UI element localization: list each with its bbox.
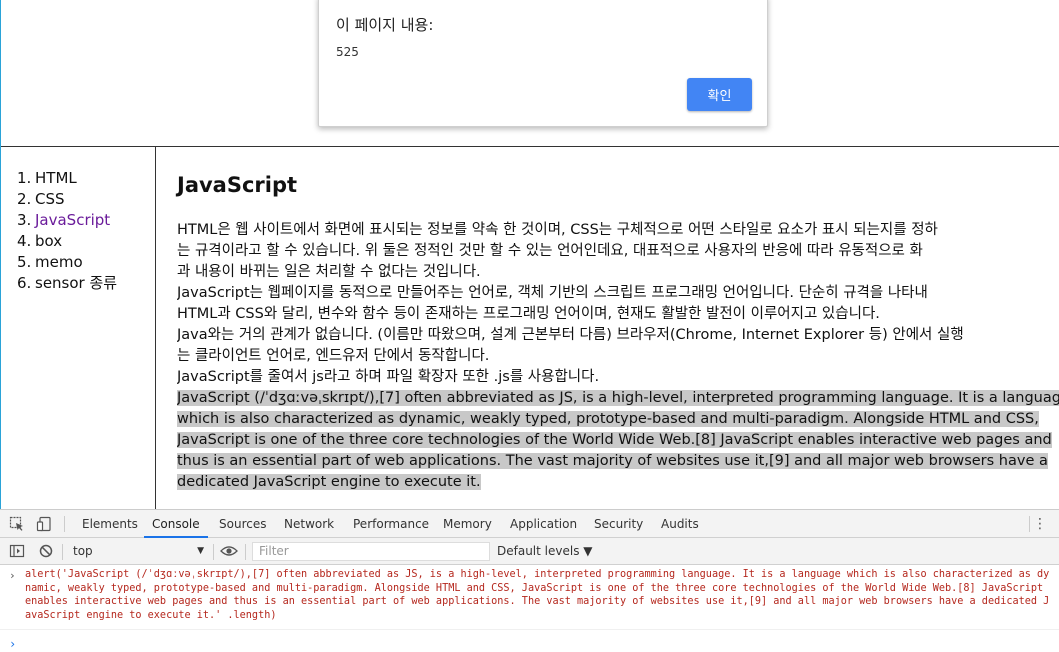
toolbar-separator [1029,516,1030,532]
chevron-down-icon: ▼ [197,546,204,556]
article-line: JavaScript를 줄여서 js라고 하며 파일 확장자 또한 .js를 사… [177,369,600,385]
vertical-divider [155,147,156,509]
nav-link-css[interactable]: CSS [35,190,65,208]
dialog-title: 이 페이지 내용: [336,16,434,34]
article-title: JavaScript [177,173,298,197]
log-levels-dropdown[interactable]: Default levels ▼ [497,542,593,561]
context-value: top [73,544,93,558]
selected-text: thus is an essential part of web applica… [177,453,1048,469]
article-line: 과 내용이 바뀌는 일은 처리할 수 없다는 것입니다. [177,264,481,280]
selected-line: dedicated JavaScript engine to execute i… [177,472,1059,493]
article-line: Java와는 거의 관계가 없습니다. (이름만 따왔으며, 설계 근본부터 다… [177,327,964,343]
selected-line: thus is an essential part of web applica… [177,451,1059,472]
nav-link-memo[interactable]: memo [35,253,83,271]
nav-item-sensor[interactable]: 6. sensor 종류 [17,273,153,294]
nav-list: 1. HTML 2. CSS 3. JavaScript 4. box 5. memo 6… [17,168,153,294]
dialog-message: 525 [336,45,359,59]
nav-link-javascript[interactable]: JavaScript [35,211,110,229]
selected-text: which is also characterized as dynamic, … [177,411,1039,427]
nav-item-css[interactable]: 2. CSS [17,189,153,210]
nav-item-memo[interactable]: 5. memo [17,252,153,273]
clear-console-icon[interactable] [37,542,55,560]
tab-console[interactable]: Console [144,510,208,538]
toolbar-separator [245,544,246,560]
filter-input[interactable]: Filter [252,542,490,561]
tab-security[interactable]: Security [594,510,643,538]
devtools-tab-bar: Elements Console Sources Network Perform… [0,510,1059,538]
article-line: HTML과 CSS와 달리, 변수와 함수 등이 존재하는 프로그래밍 언어이며… [177,306,880,322]
toolbar-separator [64,516,65,532]
devtools-panel: Elements Console Sources Network Perform… [0,509,1059,652]
ok-button[interactable]: 확인 [687,78,752,111]
selected-line: which is also characterized as dynamic, … [177,409,1059,430]
context-select[interactable]: top ▼ [66,542,208,561]
selected-line: JavaScript (/ˈdʒɑːvəˌskrɪpt/),[7] often … [177,388,1059,409]
selected-line: JavaScript is one of the three core tech… [177,430,1059,451]
nav-link-sensor[interactable]: sensor 종류 [35,274,117,292]
tab-performance[interactable]: Performance [353,510,429,538]
tab-memory[interactable]: Memory [443,510,492,538]
horizontal-divider [1,146,1059,147]
nav-link-html[interactable]: HTML [35,169,77,187]
alert-dialog: 이 페이지 내용: 525 확인 [318,0,768,127]
eye-icon[interactable] [220,542,238,560]
article-line: HTML은 웹 사이트에서 화면에 표시되는 정보를 약속 한 것이며, CSS… [177,222,938,238]
tab-network[interactable]: Network [284,510,334,538]
console-prompt-icon[interactable]: › [9,637,16,651]
selected-text: JavaScript is one of the three core tech… [177,432,1052,448]
article-line: 는 클라이언트 언어로, 엔드유저 단에서 동작합니다. [177,348,490,364]
tab-sources[interactable]: Sources [219,510,266,538]
device-toolbar-icon[interactable] [35,515,53,533]
nav-item-box[interactable]: 4. box [17,231,153,252]
nav-item-javascript[interactable]: 3. JavaScript [17,210,153,231]
console-toolbar: top ▼ Filter Default levels ▼ [0,538,1059,565]
article-line: 는 규격이라고 할 수 있습니다. 위 둘은 정적인 것만 할 수 있는 언어인… [177,243,923,259]
toolbar-separator [62,544,63,560]
execution-context-icon[interactable] [8,542,26,560]
inspect-element-icon[interactable] [8,515,26,533]
console-input-echo: alert('JavaScript (/ˈdʒɑːvəˌskrɪpt/),[7]… [0,568,1059,630]
selected-text: JavaScript (/ˈdʒɑːvəˌskrɪpt/),[7] often … [177,390,1059,406]
console-output: › alert('JavaScript (/ˈdʒɑːvəˌskrɪpt/),[… [0,565,1059,652]
selected-text: dedicated JavaScript engine to execute i… [177,474,481,490]
nav-item-html[interactable]: 1. HTML [17,168,153,189]
article-line: JavaScript는 웹페이지를 동적으로 만들어주는 언어로, 객체 기반의… [177,285,928,301]
more-options-icon[interactable]: ⋮ [1033,515,1047,533]
tab-elements[interactable]: Elements [82,510,138,538]
tab-application[interactable]: Application [510,510,577,538]
toolbar-separator [213,544,214,560]
article: JavaScript HTML은 웹 사이트에서 화면에 표시되는 정보를 약속… [177,170,1059,493]
tab-audits[interactable]: Audits [661,510,699,538]
nav-link-box[interactable]: box [35,232,62,250]
